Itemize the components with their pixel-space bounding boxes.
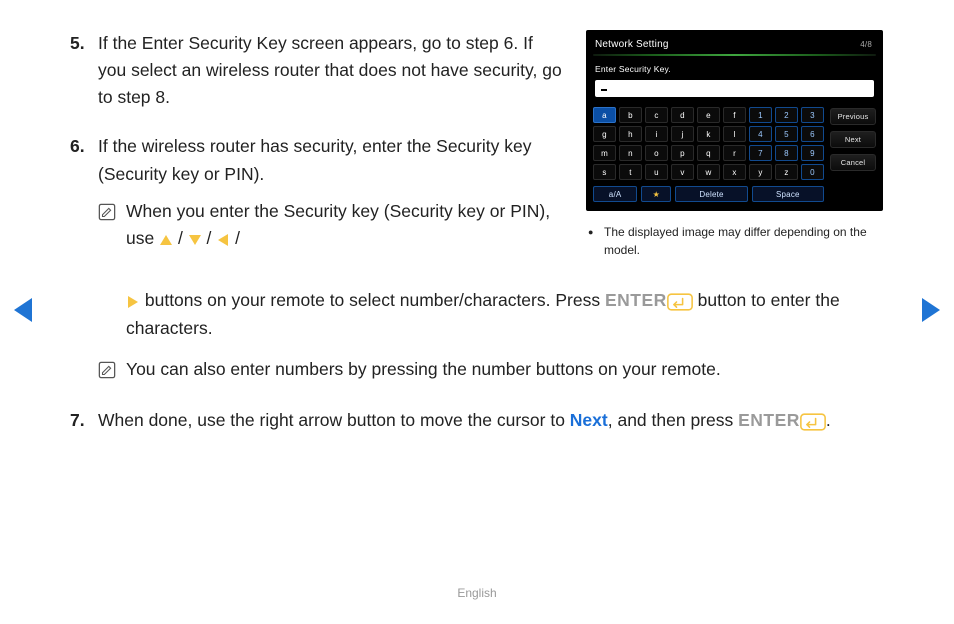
step-text-7: When done, use the right arrow button to…	[98, 407, 884, 435]
key-q[interactable]: q	[697, 145, 720, 161]
step-number-7: 7.	[70, 407, 98, 435]
key-a[interactable]: a	[593, 107, 616, 123]
key-c[interactable]: c	[645, 107, 668, 123]
key-case-toggle[interactable]: a/A	[593, 186, 637, 202]
note-text-1: When you enter the Security key (Securit…	[126, 198, 562, 253]
key-u[interactable]: u	[645, 164, 668, 180]
screenshot-page: 4/8	[860, 40, 872, 49]
key-9[interactable]: 9	[801, 145, 824, 161]
screenshot-divider	[593, 54, 876, 56]
key-f[interactable]: f	[723, 107, 746, 123]
key-h[interactable]: h	[619, 126, 642, 142]
screenshot-caption: ● The displayed image may differ dependi…	[586, 223, 884, 259]
key-j[interactable]: j	[671, 126, 694, 142]
onscreen-keyboard[interactable]: abcdef123 ghijkl456 mnopqr789 stuvwxyz0 …	[593, 107, 824, 202]
note-icon	[98, 198, 126, 253]
key-v[interactable]: v	[671, 164, 694, 180]
key-w[interactable]: w	[697, 164, 720, 180]
arrow-up-icon	[159, 226, 173, 253]
previous-button[interactable]: Previous	[830, 108, 876, 125]
key-r[interactable]: r	[723, 145, 746, 161]
key-delete[interactable]: Delete	[675, 186, 747, 202]
enter-icon	[667, 288, 693, 315]
key-4[interactable]: 4	[749, 126, 772, 142]
note-icon	[98, 356, 126, 383]
key-d[interactable]: d	[671, 107, 694, 123]
key-6[interactable]: 6	[801, 126, 824, 142]
screenshot-network-setting: Network Setting 4/8 Enter Security Key. …	[586, 30, 883, 211]
key-2[interactable]: 2	[775, 107, 798, 123]
key-t[interactable]: t	[619, 164, 642, 180]
key-7[interactable]: 7	[749, 145, 772, 161]
key-8[interactable]: 8	[775, 145, 798, 161]
instruction-text: 5. If the Enter Security Key screen appe…	[70, 30, 586, 277]
cancel-button[interactable]: Cancel	[830, 154, 876, 171]
key-e[interactable]: e	[697, 107, 720, 123]
footer-language: English	[0, 586, 954, 600]
bullet-icon: ●	[586, 223, 604, 259]
key-z[interactable]: z	[775, 164, 798, 180]
key-x[interactable]: x	[723, 164, 746, 180]
key-b[interactable]: b	[619, 107, 642, 123]
key-g[interactable]: g	[593, 126, 616, 142]
key-p[interactable]: p	[671, 145, 694, 161]
enter-label: ENTER	[738, 410, 800, 430]
arrow-right-icon	[126, 288, 140, 315]
key-k[interactable]: k	[697, 126, 720, 142]
screenshot-title: Network Setting	[595, 39, 669, 50]
key-n[interactable]: n	[619, 145, 642, 161]
step-number-6: 6.	[70, 133, 98, 266]
key-o[interactable]: o	[645, 145, 668, 161]
key-5[interactable]: 5	[775, 126, 798, 142]
enter-icon	[800, 408, 826, 435]
key-l[interactable]: l	[723, 126, 746, 142]
security-key-input[interactable]	[595, 80, 874, 97]
next-label: Next	[570, 410, 608, 430]
key-s[interactable]: s	[593, 164, 616, 180]
key-y[interactable]: y	[749, 164, 772, 180]
note-text-2: You can also enter numbers by pressing t…	[126, 356, 721, 383]
key-star[interactable]: ★	[641, 186, 671, 202]
key-0[interactable]: 0	[801, 164, 824, 180]
key-m[interactable]: m	[593, 145, 616, 161]
step-text-5: If the Enter Security Key screen appears…	[98, 30, 562, 111]
key-i[interactable]: i	[645, 126, 668, 142]
arrow-left-icon	[216, 226, 230, 253]
note-text-1-cont: buttons on your remote to select number/…	[126, 287, 884, 342]
screenshot-label: Enter Security Key.	[595, 64, 874, 74]
next-button[interactable]: Next	[830, 131, 876, 148]
key-space[interactable]: Space	[752, 186, 824, 202]
step-text-6: If the wireless router has security, ent…	[98, 136, 531, 183]
key-1[interactable]: 1	[749, 107, 772, 123]
step-number-5: 5.	[70, 30, 98, 111]
arrow-down-icon	[188, 226, 202, 253]
key-3[interactable]: 3	[801, 107, 824, 123]
enter-label: ENTER	[605, 290, 667, 310]
